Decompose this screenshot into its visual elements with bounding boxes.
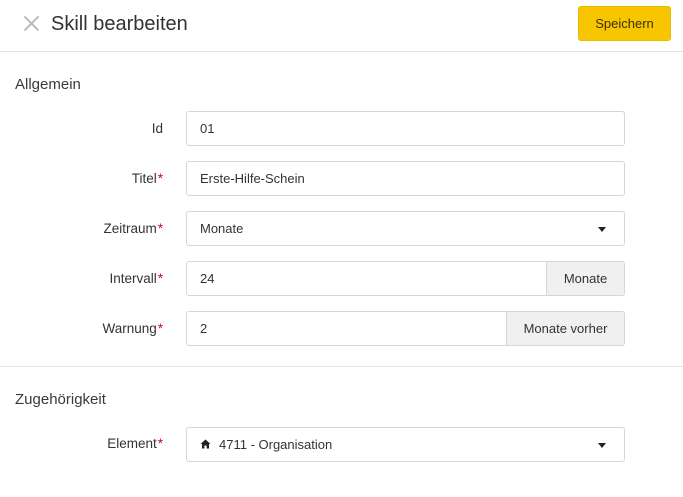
element-select-value: 4711 - Organisation bbox=[219, 437, 333, 452]
interval-field[interactable]: 24 bbox=[187, 262, 546, 295]
section-title-belonging: Zugehörigkeit bbox=[15, 391, 106, 408]
interval-input-group: 24 Monate bbox=[186, 261, 625, 296]
interval-label: Intervall* bbox=[109, 271, 163, 286]
close-icon[interactable] bbox=[22, 14, 42, 34]
chevron-down-icon bbox=[598, 227, 606, 232]
warning-unit-addon: Monate vorher bbox=[506, 312, 624, 345]
element-select[interactable]: 4711 - Organisation bbox=[186, 427, 625, 462]
title-label: Titel* bbox=[131, 171, 163, 186]
warning-input-group: 2 Monate vorher bbox=[186, 311, 625, 346]
header: Skill bearbeiten Speichern bbox=[0, 0, 683, 52]
required-marker: * bbox=[157, 221, 163, 236]
warning-field[interactable]: 2 bbox=[187, 312, 506, 345]
period-select[interactable]: Monate bbox=[186, 211, 625, 246]
home-icon bbox=[200, 428, 211, 461]
required-marker: * bbox=[157, 321, 163, 336]
chevron-down-icon bbox=[598, 443, 606, 448]
required-marker: * bbox=[157, 436, 163, 451]
section-title-general: Allgemein bbox=[15, 76, 81, 93]
page-title: Skill bearbeiten bbox=[51, 13, 188, 35]
period-select-value: Monate bbox=[200, 221, 244, 236]
section-divider bbox=[0, 366, 683, 367]
required-marker: * bbox=[157, 271, 163, 286]
required-marker: * bbox=[157, 171, 163, 186]
element-label: Element* bbox=[107, 436, 163, 451]
title-field[interactable]: Erste-Hilfe-Schein bbox=[186, 161, 625, 196]
interval-unit-addon: Monate bbox=[546, 262, 624, 295]
id-field[interactable]: 01 bbox=[186, 111, 625, 146]
warning-label: Warnung* bbox=[102, 321, 163, 336]
save-button[interactable]: Speichern bbox=[578, 6, 671, 41]
id-label: Id bbox=[151, 121, 163, 136]
period-label: Zeitraum* bbox=[103, 221, 163, 236]
